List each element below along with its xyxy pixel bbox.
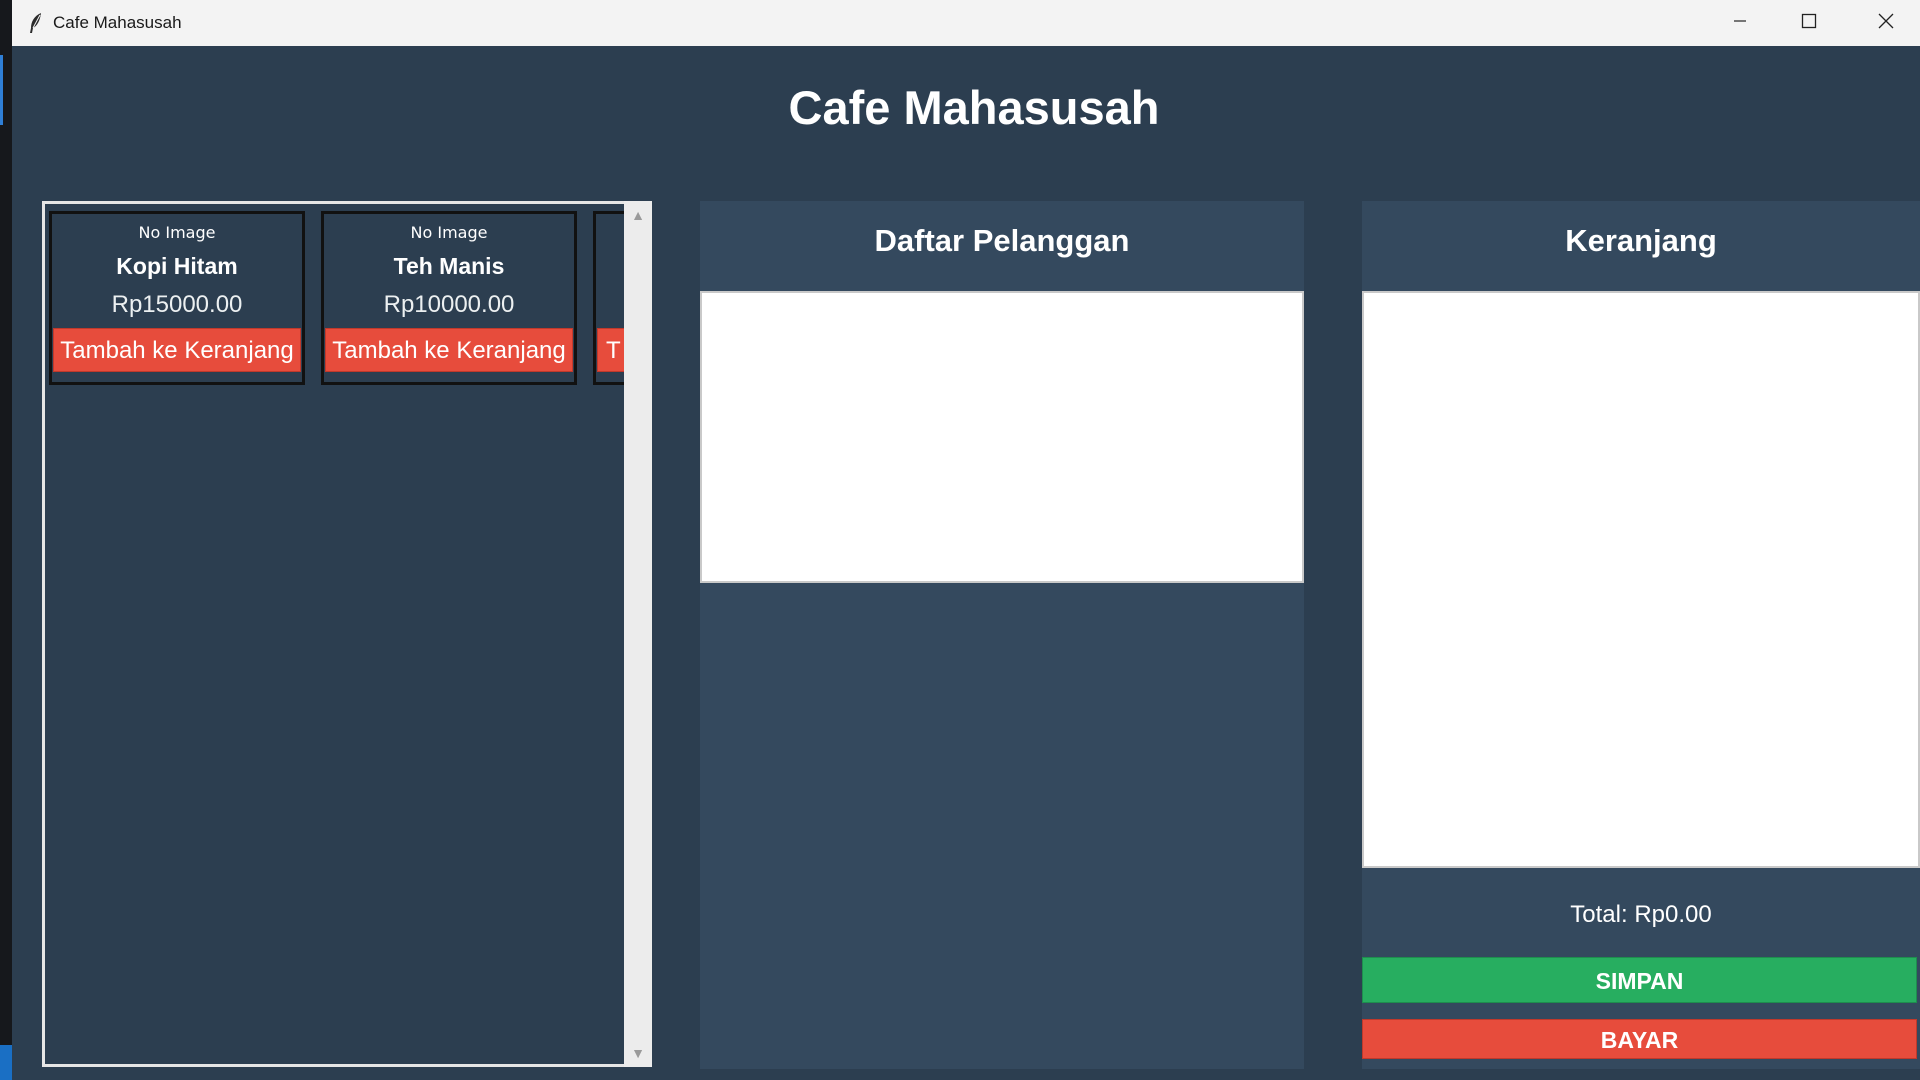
save-button[interactable]: SIMPAN: [1362, 957, 1917, 1003]
customer-panel: Daftar Pelanggan: [700, 201, 1304, 1069]
title-bar[interactable]: Cafe Mahasusah: [12, 0, 1920, 46]
maximize-icon: [1801, 13, 1817, 34]
pay-button[interactable]: BAYAR: [1362, 1019, 1917, 1059]
product-price: Rp15000.00: [111, 291, 243, 318]
cart-listbox[interactable]: [1362, 291, 1920, 868]
minimize-button[interactable]: [1706, 0, 1774, 46]
add-to-cart-button[interactable]: T: [597, 328, 626, 372]
product-scrollbar[interactable]: ▲ ▼: [624, 201, 652, 1067]
maximize-button[interactable]: [1775, 0, 1843, 46]
scroll-down-arrow-icon[interactable]: ▼: [624, 1045, 652, 1061]
desktop-edge: [0, 0, 12, 1080]
add-to-cart-button[interactable]: Tambah ke Keranjang: [53, 328, 301, 372]
cart-panel-title: Keranjang: [1565, 223, 1717, 258]
cart-panel: Keranjang Total: Rp0.00 SIMPAN BAYAR: [1362, 201, 1920, 1069]
product-card: No Image Teh Manis Rp10000.00 Tambah ke …: [321, 211, 577, 385]
product-card: No Image Kopi Hitam Rp15000.00 Tambah ke…: [49, 211, 305, 385]
product-image-placeholder: No Image: [410, 223, 488, 242]
app-window: Cafe Mahasusah Cafe Mahasusah No Image K…: [12, 0, 1920, 1080]
app-heading: Cafe Mahasusah: [788, 81, 1160, 134]
taskbar-accent: [0, 1045, 12, 1080]
customer-panel-title: Daftar Pelanggan: [874, 223, 1130, 258]
minimize-icon: [1733, 14, 1747, 33]
close-button[interactable]: [1852, 0, 1920, 46]
close-icon: [1878, 13, 1894, 34]
product-name: Teh Manis: [393, 253, 505, 279]
product-name: Kopi Hitam: [116, 253, 238, 279]
add-to-cart-button[interactable]: Tambah ke Keranjang: [325, 328, 573, 372]
product-image-placeholder: No Image: [138, 223, 216, 242]
taskbar-accent: [0, 55, 3, 125]
scroll-up-arrow-icon[interactable]: ▲: [624, 207, 652, 223]
product-card: T: [593, 211, 626, 385]
cart-total: Total: Rp0.00: [1570, 901, 1712, 928]
customer-listbox[interactable]: [700, 291, 1304, 583]
window-title: Cafe Mahasusah: [53, 13, 182, 32]
feather-icon: [28, 12, 44, 34]
product-list: No Image Kopi Hitam Rp15000.00 Tambah ke…: [49, 211, 626, 391]
product-price: Rp10000.00: [383, 291, 515, 318]
